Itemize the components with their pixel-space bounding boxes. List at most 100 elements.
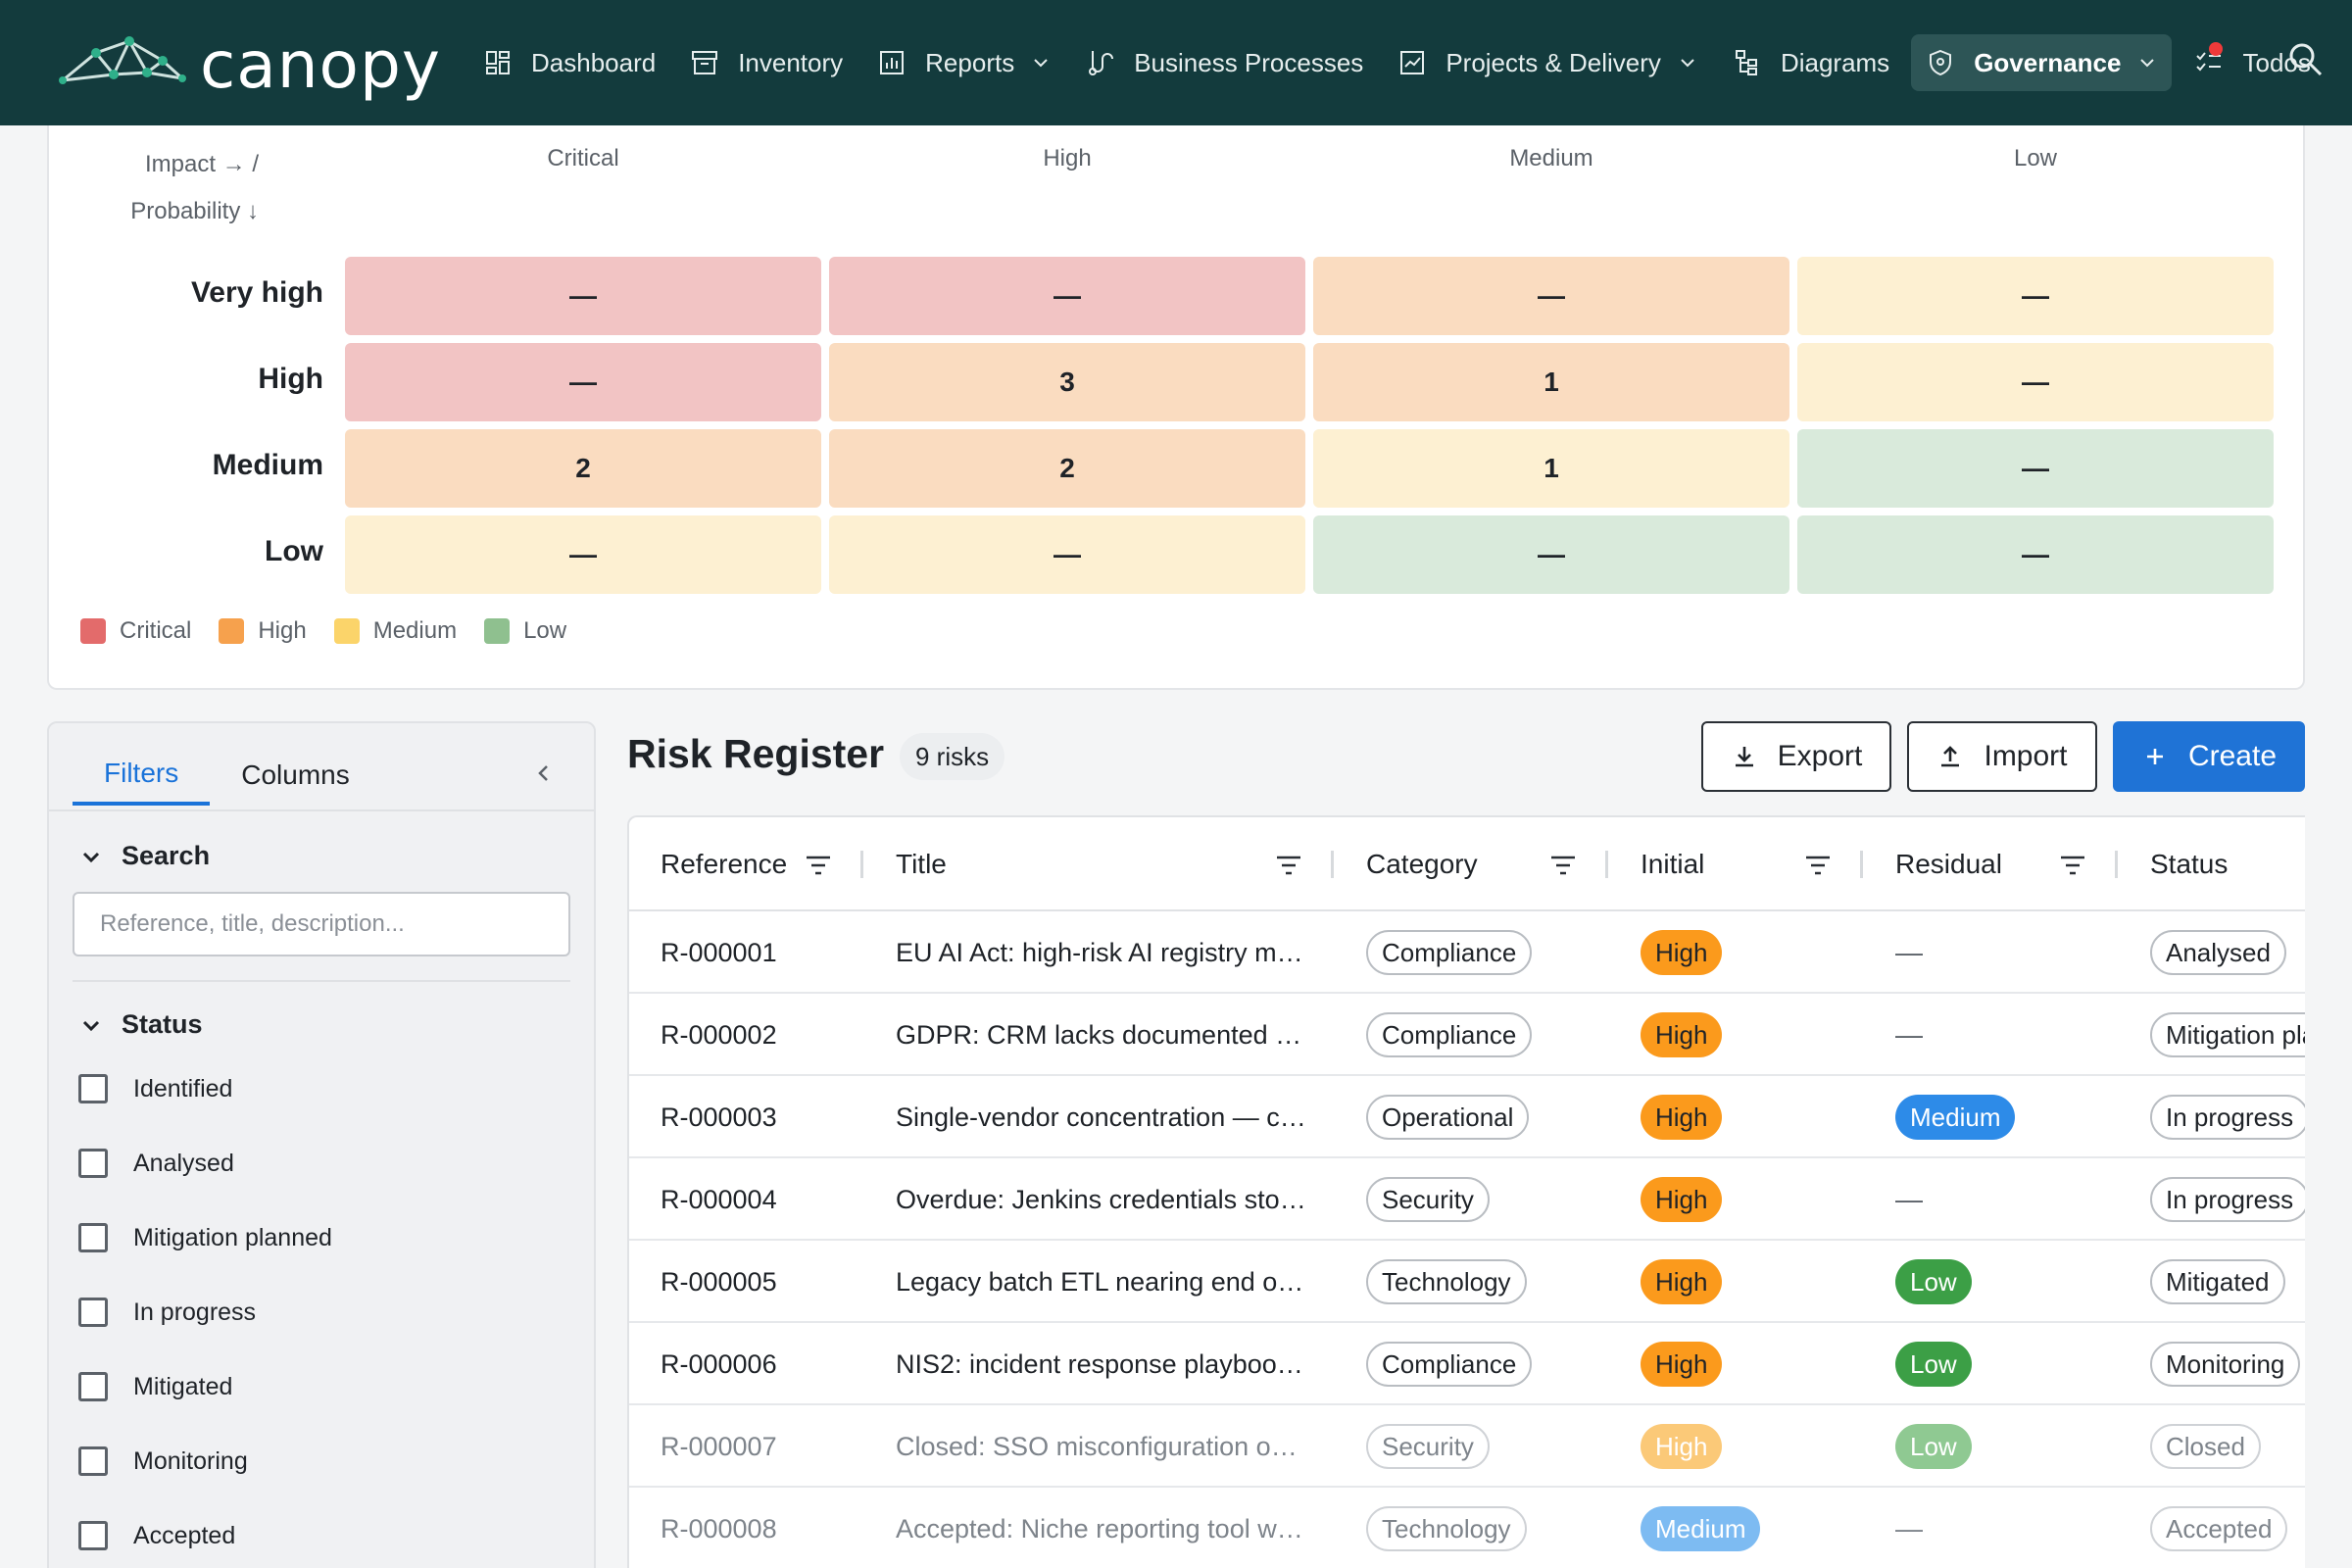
search-input[interactable] [73,892,570,956]
column-resize-handle[interactable] [2115,851,2118,878]
heatmap-cell[interactable]: — [1797,257,2274,335]
heatmap-cell[interactable]: — [345,515,821,594]
nav-reports[interactable]: Reports [864,34,1063,91]
heatmap-cell[interactable]: — [1313,257,1789,335]
checkbox[interactable] [78,1372,108,1401]
nav-business-processes[interactable]: Business Processes [1073,34,1375,91]
initial-risk-badge: High [1641,930,1723,975]
heatmap-cell[interactable]: — [829,257,1305,335]
heatmap-cell[interactable]: 2 [345,429,821,508]
table-row[interactable]: R-000001 EU AI Act: high-risk AI registr… [629,911,2305,994]
status-pill: Accepted [2150,1506,2288,1551]
category-pill: Security [1366,1177,1490,1222]
heatmap-cell[interactable]: — [1797,343,2274,421]
cell-title[interactable]: Legacy batch ETL nearing end of support [896,1241,1307,1323]
column-resize-handle[interactable] [1605,851,1608,878]
col-header-category[interactable]: Category [1366,817,1478,911]
cell-title[interactable]: GDPR: CRM lacks documented retention [896,994,1307,1076]
filter-icon[interactable] [1803,853,1833,878]
legend-label: High [258,617,307,644]
checkbox[interactable] [78,1446,108,1476]
chart-line-icon [1400,51,1425,74]
residual-risk-badge: Low [1895,1424,1972,1469]
heatmap-cell[interactable]: — [345,257,821,335]
import-button[interactable]: Import [1907,721,2097,792]
legend-label: Medium [372,617,458,644]
status-filter-mitigation-planned[interactable]: Mitigation planned [78,1223,332,1252]
app-logo[interactable]: canopy [59,27,441,103]
tab-filters[interactable]: Filters [73,745,211,806]
col-header-residual[interactable]: Residual [1895,817,2002,911]
cell-title[interactable]: Overdue: Jenkins credentials stored in p… [896,1158,1307,1241]
checkbox-label: In progress [133,1298,257,1326]
initial-risk-badge: High [1641,1095,1723,1140]
status-filter-mitigated[interactable]: Mitigated [78,1372,232,1401]
cell-title[interactable]: EU AI Act: high-risk AI registry missing [896,911,1307,994]
filter-icon[interactable] [804,853,833,878]
filter-icon[interactable] [1548,853,1578,878]
status-filter-in-progress[interactable]: In progress [78,1298,256,1327]
heatmap-cell[interactable]: — [1313,515,1789,594]
create-button[interactable]: Create [2113,721,2305,792]
plus-icon [2146,749,2163,764]
checkbox[interactable] [78,1521,108,1550]
table-row[interactable]: R-000003 Single-vendor concentration — c… [629,1076,2305,1158]
nav-governance[interactable]: Governance [1911,34,2173,91]
collapse-panel-button[interactable] [529,759,559,788]
status-filter-analysed[interactable]: Analysed [78,1149,234,1178]
nav-diagrams[interactable]: Diagrams [1720,34,1901,91]
heatmap-cell[interactable]: 1 [1313,343,1789,421]
heatmap-cell[interactable]: 2 [829,429,1305,508]
cell-title[interactable]: NIS2: incident response playbook outdate… [896,1323,1307,1405]
column-resize-handle[interactable] [1331,851,1334,878]
column-resize-handle[interactable] [1860,851,1863,878]
status-section-toggle[interactable]: Status [78,1009,203,1040]
col-header-reference[interactable]: Reference [661,817,787,911]
initial-risk-badge: High [1641,1424,1723,1469]
filter-icon[interactable] [1274,853,1303,878]
search-section-toggle[interactable]: Search [78,841,210,871]
table-row[interactable]: R-000005 Legacy batch ETL nearing end of… [629,1241,2305,1323]
checkbox[interactable] [78,1074,108,1103]
col-header-status[interactable]: Status [2150,817,2228,911]
heatmap-cell[interactable]: — [345,343,821,421]
table-row[interactable]: R-000002 GDPR: CRM lacks documented rete… [629,994,2305,1076]
status-pill: Mitigated [2150,1259,2285,1304]
nav-dashboard[interactable]: Dashboard [470,34,667,91]
cell-title[interactable]: Accepted: Niche reporting tool without v… [896,1488,1307,1568]
status-filter-monitoring[interactable]: Monitoring [78,1446,248,1476]
chevron-down-icon [1681,59,1694,68]
nav-projects-delivery[interactable]: Projects & Delivery [1385,34,1710,91]
tab-columns[interactable]: Columns [210,745,380,806]
heatmap-row-very-high: Very high [190,276,323,309]
checkbox[interactable] [78,1223,108,1252]
heatmap-cell[interactable]: — [829,515,1305,594]
heatmap-cell[interactable]: 1 [1313,429,1789,508]
col-header-initial[interactable]: Initial [1641,817,1704,911]
filter-icon[interactable] [2058,853,2087,878]
initial-risk-badge: High [1641,1012,1723,1057]
table-row[interactable]: R-000008 Accepted: Niche reporting tool … [629,1488,2305,1568]
table-row[interactable]: R-000006 NIS2: incident response playboo… [629,1323,2305,1405]
checkbox[interactable] [78,1149,108,1178]
heatmap-cell[interactable]: — [1797,515,2274,594]
col-header-title[interactable]: Title [896,817,947,911]
export-button[interactable]: Export [1701,721,1891,792]
table-row[interactable]: R-000007 Closed: SSO misconfiguration on… [629,1405,2305,1488]
table-row[interactable]: R-000004 Overdue: Jenkins credentials st… [629,1158,2305,1241]
heatmap-cell[interactable]: 3 [829,343,1305,421]
risk-register-table: Reference Title Category Initial Residua… [627,815,2305,1568]
heatmap-cell[interactable]: — [1797,429,2274,508]
heatmap-row-low: Low [265,535,323,567]
status-filter-accepted[interactable]: Accepted [78,1521,235,1550]
status-filter-identified[interactable]: Identified [78,1074,232,1103]
bar-chart-icon [880,51,905,74]
cell-reference: R-000008 [661,1513,777,1544]
nav-inventory[interactable]: Inventory [677,34,855,91]
heatmap-row-medium: Medium [212,449,323,481]
global-search-button[interactable] [2285,39,2328,82]
column-resize-handle[interactable] [860,851,863,878]
cell-title[interactable]: Closed: SSO misconfiguration on partner … [896,1405,1307,1488]
cell-title[interactable]: Single-vendor concentration — cloud host… [896,1076,1307,1158]
checkbox[interactable] [78,1298,108,1327]
